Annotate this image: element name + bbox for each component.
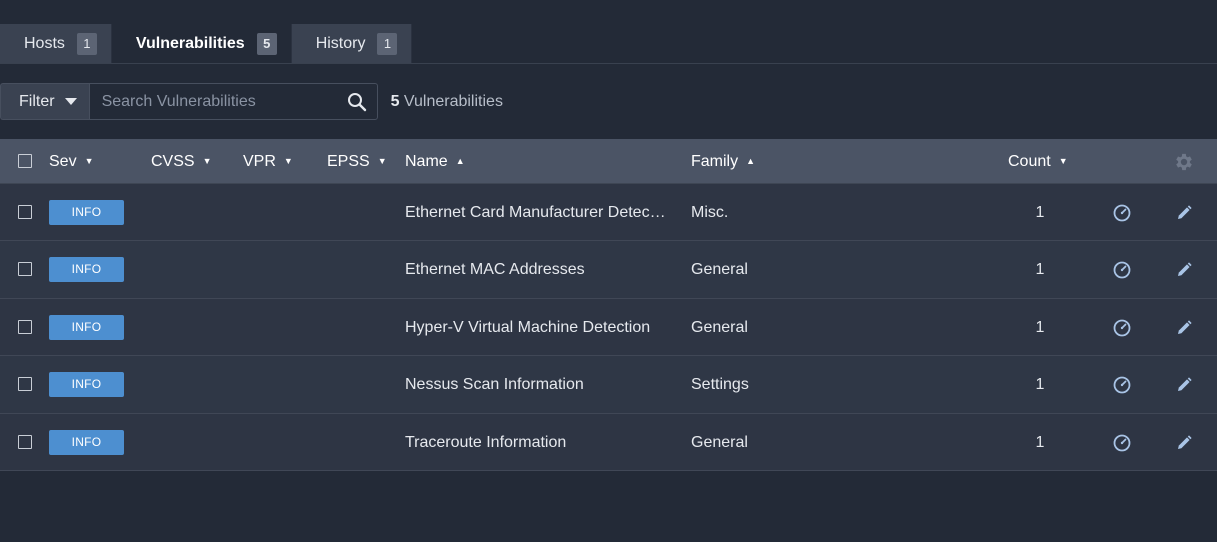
gear-icon[interactable] [1173,151,1195,173]
header-label: Sev [49,153,77,170]
vulnerability-family: General [691,433,748,451]
tab-label: History [315,35,366,52]
column-header-vpr[interactable]: VPR ▼ [243,139,293,184]
sort-down-icon: ▼ [84,156,94,166]
table-row[interactable]: INFO Traceroute Information General 1 [0,413,1217,471]
result-count-number: 5 [390,92,400,110]
header-label: Count [1008,153,1051,170]
caret-down-icon [64,98,77,105]
filter-bar: Filter 5 Vulnerabilities [0,83,503,120]
header-label: VPR [243,153,276,170]
pencil-icon[interactable] [1174,260,1194,280]
row-checkbox[interactable] [18,434,32,449]
header-label: Name [405,153,448,170]
severity-badge: INFO [49,372,124,398]
sort-up-icon: ▲ [746,156,756,166]
sort-down-icon: ▼ [283,156,293,166]
pencil-icon[interactable] [1174,318,1194,338]
pencil-icon[interactable] [1174,375,1194,395]
row-checkbox[interactable] [18,262,32,277]
header-label: CVSS [151,153,195,170]
sort-down-icon: ▼ [1058,156,1068,166]
table-header: Sev ▼ CVSS ▼ VPR ▼ EPSS ▼ Name ▲ Family ▲ Coun… [0,139,1217,184]
tab-label: Vulnerabilities [135,35,245,52]
vulnerability-family: Misc. [691,204,729,221]
pencil-icon[interactable] [1174,433,1194,453]
search-box [88,83,378,120]
vulnerability-name[interactable]: Traceroute Information [405,414,667,471]
vulnerability-family: General [691,318,748,336]
clock-icon[interactable] [1112,260,1132,280]
sort-down-icon: ▼ [202,156,212,166]
vulnerability-name[interactable]: Hyper-V Virtual Machine Detection [405,299,667,356]
clock-icon[interactable] [1112,203,1132,223]
row-checkbox[interactable] [18,377,32,392]
tab-history[interactable]: History 1 [291,24,413,64]
table-row[interactable]: INFO Hyper-V Virtual Machine Detection G… [0,298,1217,357]
tab-bar: Hosts 1 Vulnerabilities 5 History 1 [0,24,413,64]
column-header-count[interactable]: Count ▼ [1008,139,1068,184]
table-row[interactable]: INFO Nessus Scan Information Settings 1 [0,356,1217,414]
table-row[interactable]: INFO Ethernet Card Manufacturer Detectio… [0,184,1217,242]
result-count-label: Vulnerabilities [403,92,503,110]
vulnerability-count: 1 [1035,261,1045,279]
tab-label: Hosts [24,35,65,52]
select-all-checkbox[interactable] [18,154,32,168]
result-count: 5 Vulnerabilities [391,93,503,111]
tab-count-badge: 5 [256,33,277,55]
clock-icon[interactable] [1112,375,1132,395]
tab-hosts[interactable]: Hosts 1 [0,24,112,64]
column-header-name[interactable]: Name ▲ [405,139,465,184]
header-label: EPSS [327,153,370,170]
vulnerability-count: 1 [1035,376,1045,394]
pencil-icon[interactable] [1174,203,1194,223]
row-checkbox[interactable] [18,205,32,219]
severity-badge: INFO [49,314,124,340]
table-row[interactable]: INFO Ethernet MAC Addresses General 1 [0,241,1217,299]
tab-count-badge: 1 [377,33,398,55]
search-icon[interactable] [347,92,367,112]
severity-badge: INFO [49,257,124,283]
tabs-divider [0,63,1217,64]
tab-vulnerabilities[interactable]: Vulnerabilities 5 [111,24,292,64]
search-input[interactable] [89,84,377,119]
vulnerability-count: 1 [1035,318,1045,336]
vulnerabilities-table: Sev ▼ CVSS ▼ VPR ▼ EPSS ▼ Name ▲ Family ▲ Coun… [0,139,1217,471]
vulnerability-family: General [691,261,748,279]
vulnerability-name[interactable]: Nessus Scan Information [405,356,667,413]
severity-badge: INFO [49,429,124,455]
severity-badge: INFO [49,200,124,225]
column-header-cvss[interactable]: CVSS ▼ [151,139,212,184]
vulnerability-name[interactable]: Ethernet Card Manufacturer Detection [405,184,667,241]
vulnerability-family: Settings [691,376,749,394]
vulnerability-count: 1 [1035,204,1045,221]
sort-down-icon: ▼ [377,156,387,166]
filter-label: Filter [19,92,55,110]
vulnerability-count: 1 [1035,433,1045,451]
column-header-epss[interactable]: EPSS ▼ [327,139,387,184]
sort-up-icon: ▲ [455,156,465,166]
clock-icon[interactable] [1112,433,1132,453]
column-header-sev[interactable]: Sev ▼ [49,139,94,184]
header-label: Family [691,153,739,170]
tab-count-badge: 1 [76,33,97,55]
vulnerability-name[interactable]: Ethernet MAC Addresses [405,241,667,298]
clock-icon[interactable] [1112,318,1132,338]
table-body: INFO Ethernet Card Manufacturer Detectio… [0,184,1217,471]
row-checkbox[interactable] [18,319,32,334]
filter-dropdown-button[interactable]: Filter [0,83,89,120]
column-header-family[interactable]: Family ▲ [691,139,755,184]
